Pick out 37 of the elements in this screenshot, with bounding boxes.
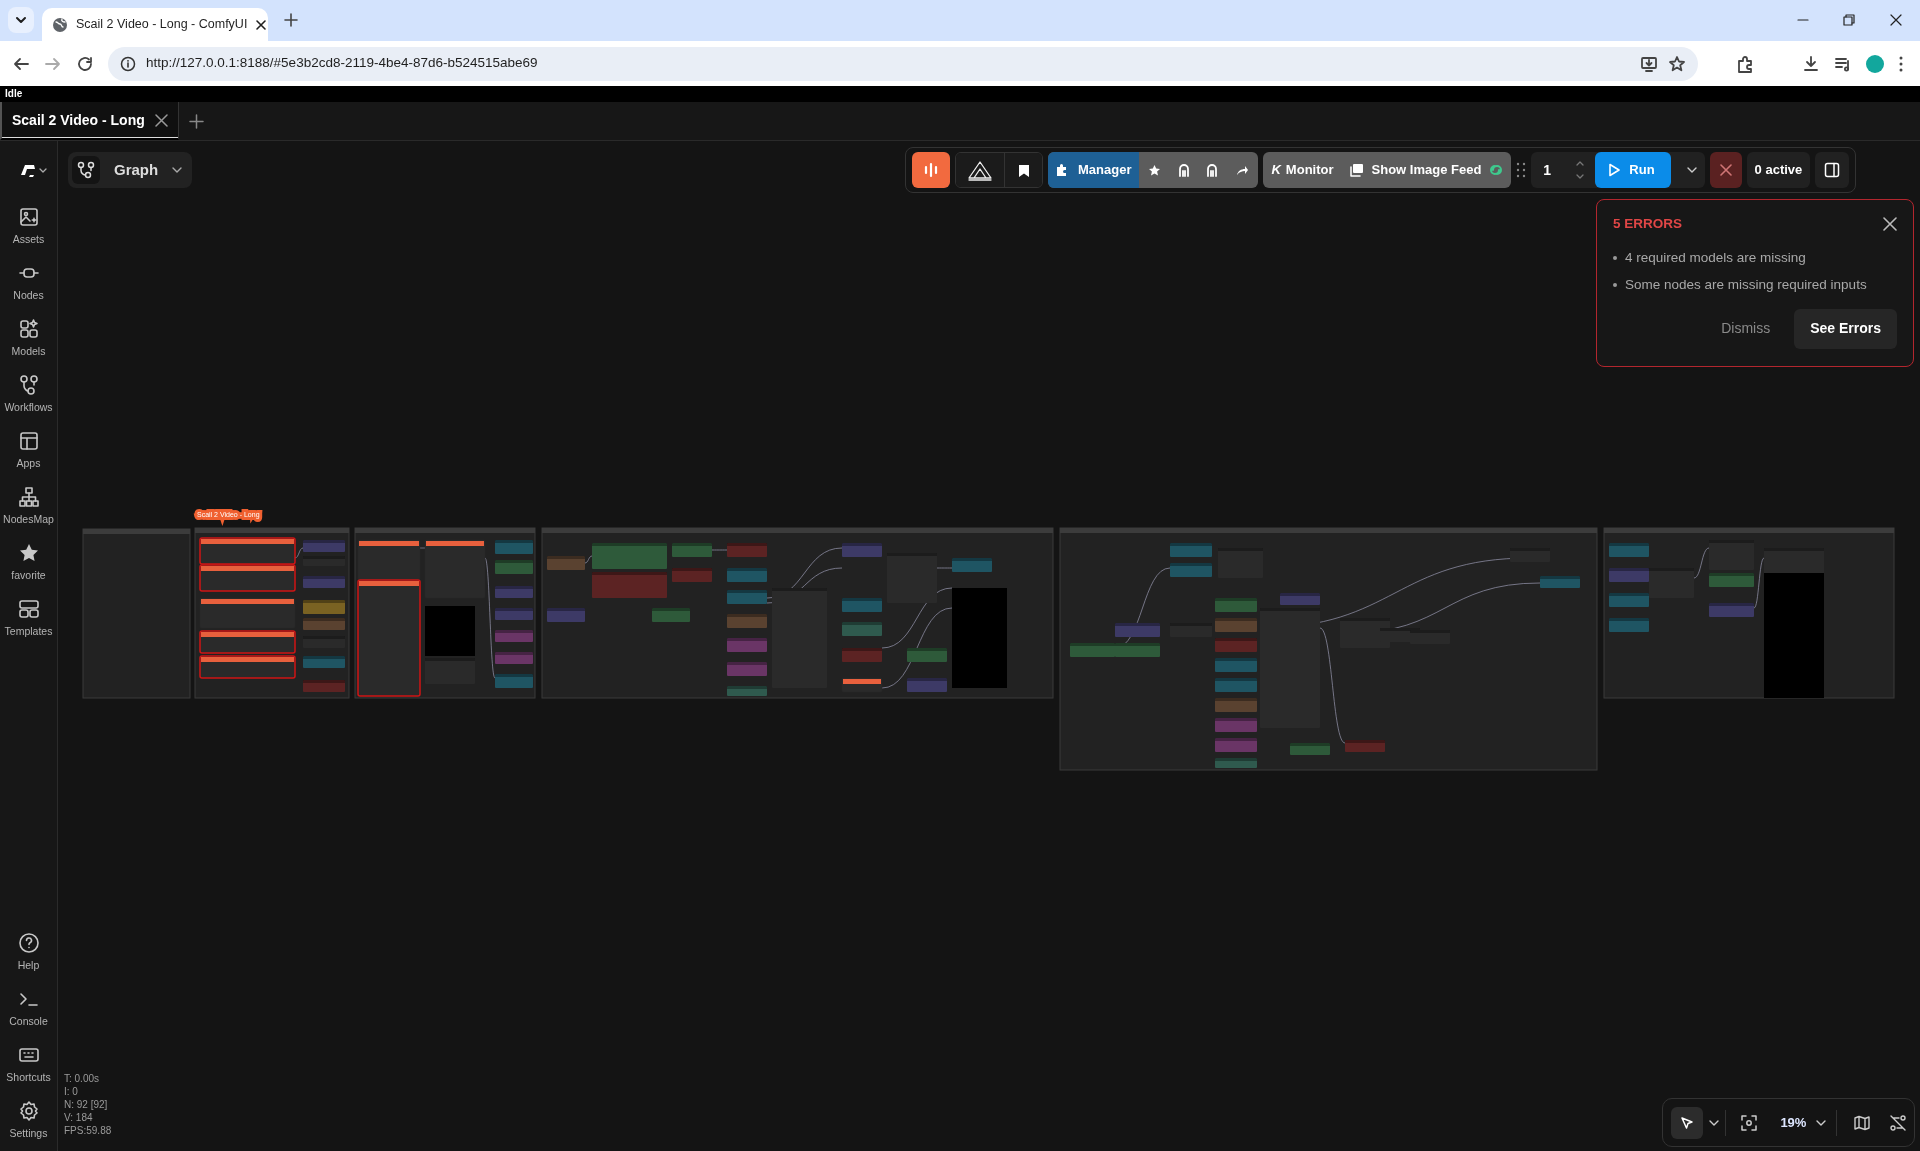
sidebar-item[interactable]: Apps	[0, 423, 58, 479]
see-errors-button[interactable]: See Errors	[1794, 308, 1897, 349]
stat-text: T: 0.00s	[64, 1072, 101, 1085]
sidebar-item[interactable]: Console	[0, 981, 58, 1037]
manager-button[interactable]: Manager	[1048, 152, 1140, 188]
workflow-tab[interactable]: Scail 2 Video - Long	[0, 102, 179, 140]
monitor-button[interactable]: K Monitor	[1263, 152, 1342, 188]
sidebar-item[interactable]: favorite	[0, 535, 58, 591]
browser-tab-title: Scail 2 Video - Long - ComfyUI	[76, 16, 248, 34]
error-item: Some nodes are missing required inputs	[1625, 275, 1867, 294]
sidebar-item[interactable]: Templates	[0, 591, 58, 647]
image-feed-button[interactable]: Show Image Feed	[1341, 152, 1512, 188]
sidebar-item[interactable]: Shortcuts	[0, 1037, 58, 1093]
error-item: 4 required models are missing	[1625, 249, 1806, 268]
browser-tab[interactable]: Scail 2 Video - Long - ComfyUI	[42, 8, 268, 41]
sidebar-item[interactable]: Settings	[0, 1093, 58, 1149]
sidebar-item[interactable]: NodesMap	[0, 479, 58, 535]
sidebar-item[interactable]: Help	[0, 925, 58, 981]
zoom-menu-button[interactable]: 19%	[1776, 1104, 1831, 1141]
view-menu-button[interactable]: Graph	[68, 152, 193, 188]
url-text: http://127.0.0.1:8188/#5e3b2cd8-2119-4be4-87d6-b524515abe69	[146, 54, 539, 73]
sidebar-item[interactable]: Assets	[0, 199, 58, 255]
sidebar-item[interactable]: Workflows	[0, 367, 58, 423]
sidebar-item[interactable]: Models	[0, 311, 58, 367]
sidebar-item[interactable]: Nodes	[0, 255, 58, 311]
stat-text: FPS:59.88	[64, 1124, 112, 1137]
errors-title: 5 ERRORS	[1613, 215, 1683, 233]
dismiss-button[interactable]: Dismiss	[1711, 310, 1781, 347]
run-button[interactable]: Run	[1595, 152, 1671, 188]
batch-count-field[interactable]: 1	[1543, 159, 1566, 181]
stat-text: I: 0	[64, 1085, 79, 1098]
stat-text: V: 184	[64, 1111, 94, 1124]
k-glyph-icon: K	[1271, 160, 1281, 180]
status-text: Idle	[0, 86, 1920, 102]
queue-status-button[interactable]: 0 active	[1746, 152, 1811, 188]
address-bar[interactable]: http://127.0.0.1:8188/#5e3b2cd8-2119-4be4-87d6-b524515abe69	[108, 46, 1698, 81]
stat-text: N: 92 [92]	[64, 1098, 109, 1111]
